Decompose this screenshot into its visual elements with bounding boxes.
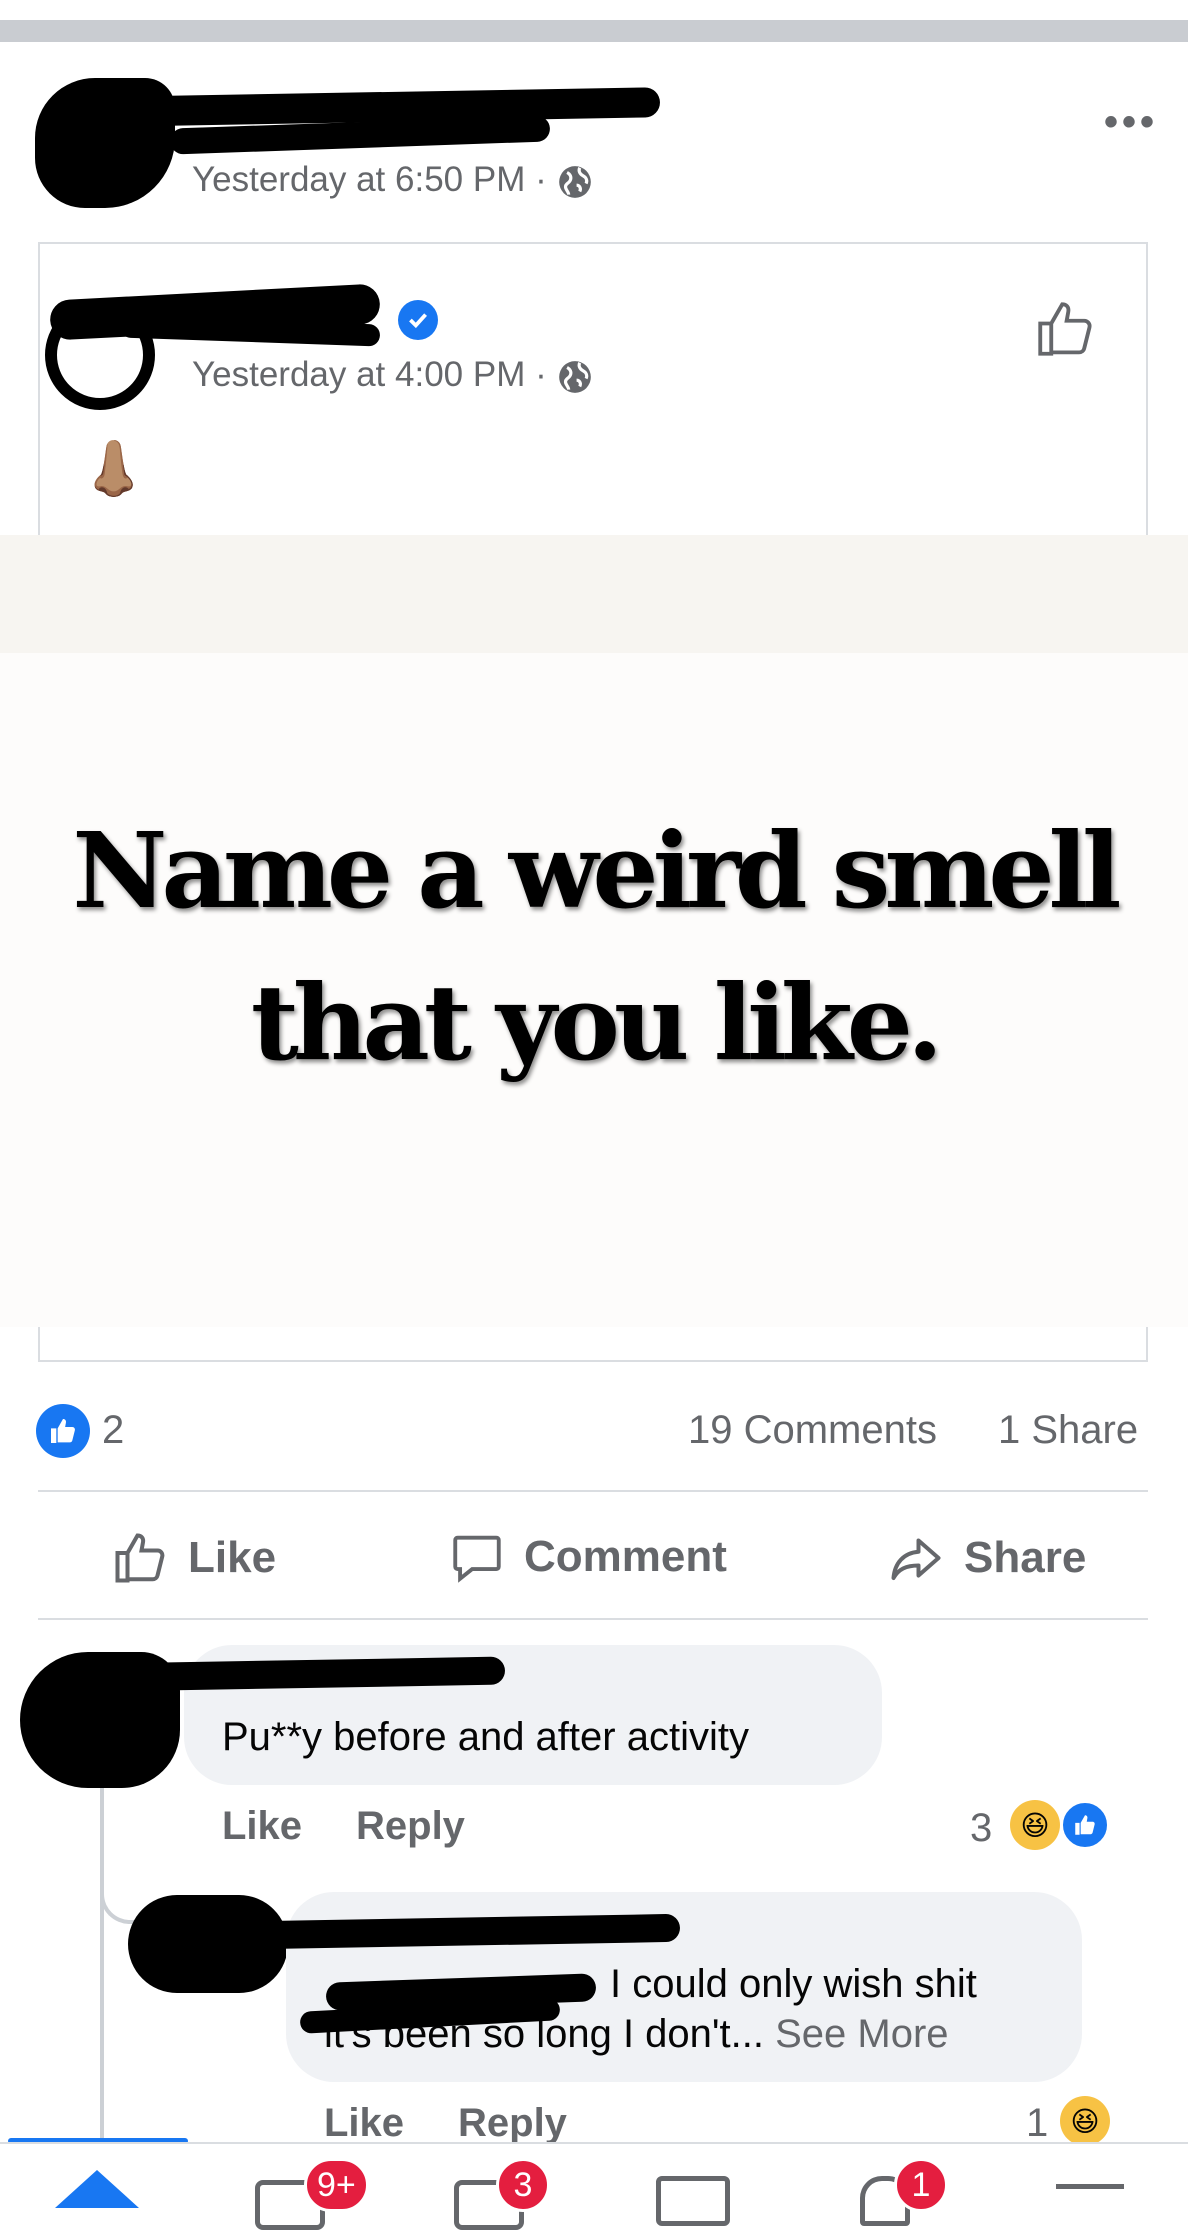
reply-like-link[interactable]: Like — [324, 2101, 404, 2146]
comment-text: Pu**y before and after activity — [222, 1715, 749, 1759]
divider — [38, 1490, 1148, 1492]
marketplace-badge: 3 — [496, 2158, 550, 2212]
comment-button[interactable]: Comment — [448, 1528, 727, 1586]
image-caption-text: Name a weird smell that you like. — [72, 809, 1121, 1084]
shares-count[interactable]: 1 Share — [998, 1408, 1138, 1453]
bottom-navigation — [0, 2142, 1188, 2210]
notifications-badge: 1 — [894, 2158, 948, 2212]
menu-tab-icon[interactable] — [1056, 2184, 1124, 2189]
home-tab-icon[interactable] — [55, 2170, 139, 2208]
verified-badge-icon — [398, 300, 438, 340]
top-divider — [0, 20, 1188, 42]
post-meta: Yesterday at 6:50 PM · — [192, 160, 594, 201]
shared-post-meta: Yesterday at 4:00 PM · — [192, 355, 594, 396]
comment-like-link[interactable]: Like — [222, 1804, 302, 1849]
comments-count[interactable]: 19 Comments — [688, 1408, 937, 1453]
haha-reaction-icon: 😆 — [1060, 2096, 1110, 2146]
post-timestamp[interactable]: Yesterday at 6:50 PM — [192, 160, 525, 199]
reply-text-tail: I could only wish shit — [610, 1962, 977, 2006]
shared-post-image[interactable]: Name a weird smell that you like. — [0, 535, 1188, 1327]
comment-label: Comment — [524, 1532, 727, 1581]
like-reaction-icon — [36, 1404, 90, 1458]
like-reaction-icon — [1060, 1800, 1110, 1850]
shared-post-timestamp[interactable]: Yesterday at 4:00 PM — [192, 355, 525, 394]
like-button[interactable]: Like — [110, 1528, 276, 1588]
haha-reaction-icon: 😆 — [1010, 1800, 1060, 1850]
meta-separator: · — [535, 160, 547, 199]
watch-badge: 9+ — [304, 2158, 369, 2212]
comment-icon — [453, 1535, 501, 1583]
shared-like-icon[interactable] — [1032, 296, 1098, 367]
thumbs-up-icon — [115, 1533, 165, 1583]
globe-icon — [559, 360, 592, 393]
divider — [38, 1618, 1148, 1620]
news-tab-icon[interactable] — [656, 2176, 730, 2226]
share-button[interactable]: Share — [886, 1528, 1086, 1588]
like-label: Like — [188, 1533, 277, 1582]
reply-text-line1: I could only wish shit — [610, 1962, 977, 2007]
share-icon — [891, 1538, 941, 1580]
more-options-icon[interactable]: ••• — [1104, 100, 1158, 145]
see-more-link[interactable]: See More — [775, 2012, 948, 2056]
meta-separator: · — [535, 355, 547, 394]
reactions-count[interactable]: 2 — [102, 1408, 124, 1453]
thread-line — [100, 1770, 104, 2142]
globe-icon — [559, 165, 592, 198]
comment-reaction-count[interactable]: 3 — [970, 1806, 992, 1851]
share-label: Share — [964, 1533, 1087, 1582]
reply-reply-link[interactable]: Reply — [458, 2101, 567, 2146]
reply-reaction-count[interactable]: 1 — [1026, 2101, 1048, 2146]
shared-post-emoji: 👃🏽 — [80, 439, 148, 499]
image-top-band — [0, 535, 1188, 653]
comment-reply-link[interactable]: Reply — [356, 1804, 465, 1849]
